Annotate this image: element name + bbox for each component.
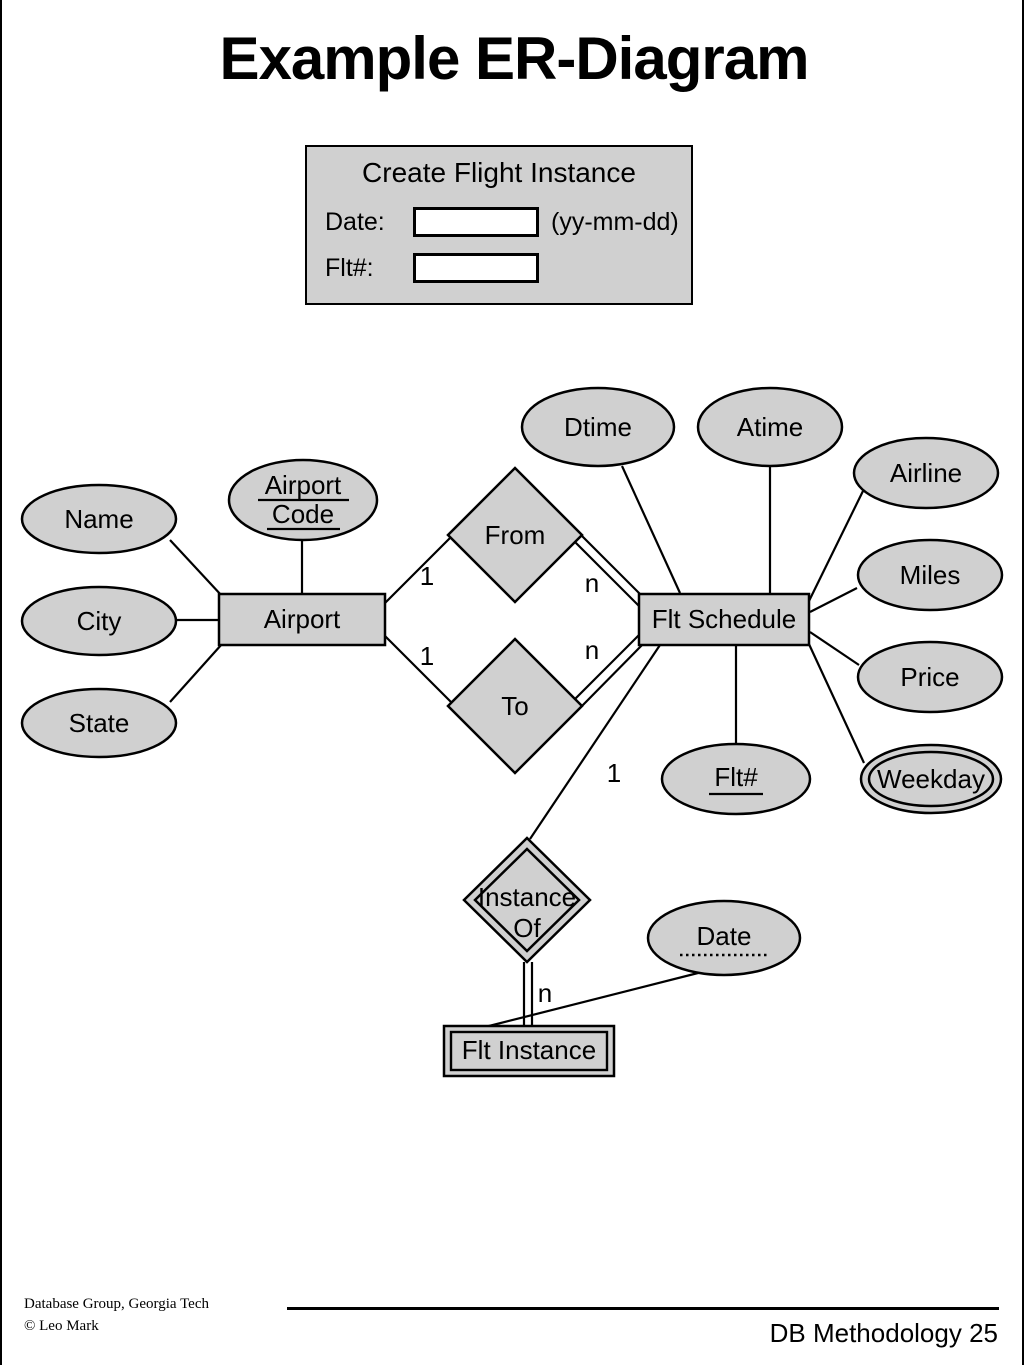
attribute-date-label: Date	[697, 921, 752, 951]
cardinality-from-fltschedule: n	[585, 568, 599, 598]
slide-page: Example ER-Diagram Create Flight Instanc…	[0, 0, 1024, 1365]
edge-airport-to	[384, 635, 452, 703]
attribute-weekday-label: Weekday	[877, 764, 985, 794]
cardinality-airport-from: 1	[420, 561, 434, 591]
relationship-instance-of-label-line1: Instance	[478, 882, 576, 912]
attribute-dtime[interactable]: Dtime	[520, 386, 676, 468]
attribute-flt-number-label: Flt#	[714, 762, 758, 792]
attribute-date[interactable]: Date	[646, 899, 802, 977]
relationship-instance-of-label-line2: Of	[513, 913, 541, 943]
entity-flt-instance-label: Flt Instance	[462, 1035, 596, 1065]
attribute-flt-number[interactable]: Flt#	[660, 742, 812, 816]
attribute-price-label: Price	[900, 662, 959, 692]
attribute-name-label: Name	[64, 504, 133, 534]
relationship-instance-of[interactable]: Instance Of	[462, 836, 592, 964]
attribute-city[interactable]: City	[20, 585, 178, 657]
edge-date-fltinstance	[484, 970, 703, 1029]
attribute-airline-label: Airline	[890, 458, 962, 488]
cardinality-instanceof-fltinstance: n	[538, 978, 552, 1008]
entity-airport[interactable]: Airport	[217, 592, 387, 647]
relationship-from-label: From	[485, 520, 546, 550]
entity-flt-schedule[interactable]: Flt Schedule	[637, 592, 811, 647]
attribute-city-label: City	[77, 606, 122, 636]
attribute-dtime-label: Dtime	[564, 412, 632, 442]
entity-airport-label: Airport	[264, 604, 341, 634]
edge-name-airport	[169, 539, 223, 597]
attribute-miles[interactable]: Miles	[856, 538, 1004, 612]
attribute-state[interactable]: State	[20, 687, 178, 759]
edge-weekday-fltschedule	[807, 641, 865, 764]
cardinality-fltschedule-instanceof: 1	[607, 758, 621, 788]
edge-miles-fltschedule	[809, 587, 858, 613]
relationship-to-label: To	[501, 691, 528, 721]
relationship-to[interactable]: To	[446, 637, 584, 775]
footer-credit-line2: © Leo Mark	[24, 1317, 99, 1334]
er-diagram: Name City State Airport Code Airport Fro…	[20, 386, 1004, 1078]
footer-page-label: DB Methodology 25	[769, 1318, 998, 1348]
attribute-price[interactable]: Price	[856, 640, 1004, 714]
edge-dtime-fltschedule	[620, 465, 682, 594]
cardinality-airport-to: 1	[420, 641, 434, 671]
attribute-airport-code-label-line1: Airport	[265, 470, 342, 500]
attribute-airport-code-label-line2: Code	[272, 499, 334, 529]
cardinality-to-fltschedule: n	[585, 635, 599, 665]
edge-airport-from	[384, 537, 451, 604]
entity-flt-instance[interactable]: Flt Instance	[442, 1024, 616, 1078]
attribute-name[interactable]: Name	[20, 483, 178, 555]
attribute-airline[interactable]: Airline	[852, 436, 1000, 510]
attribute-weekday[interactable]: Weekday	[859, 743, 1003, 815]
edge-to-fltschedule	[571, 634, 646, 710]
footer-credit: Database Group, Georgia Tech © Leo Mark	[24, 1294, 209, 1338]
relationship-from[interactable]: From	[446, 466, 584, 604]
attribute-airport-code[interactable]: Airport Code	[227, 458, 379, 542]
edge-from-fltschedule	[571, 531, 646, 607]
attribute-state-label: State	[69, 708, 130, 738]
edge-state-airport	[169, 643, 223, 703]
attribute-miles-label: Miles	[900, 560, 961, 590]
edge-airline-fltschedule	[808, 490, 864, 602]
footer-divider	[287, 1307, 999, 1310]
attribute-atime-label: Atime	[737, 412, 803, 442]
entity-flt-schedule-label: Flt Schedule	[652, 604, 797, 634]
attribute-atime[interactable]: Atime	[696, 386, 844, 468]
footer-credit-line1: Database Group, Georgia Tech	[24, 1296, 209, 1312]
